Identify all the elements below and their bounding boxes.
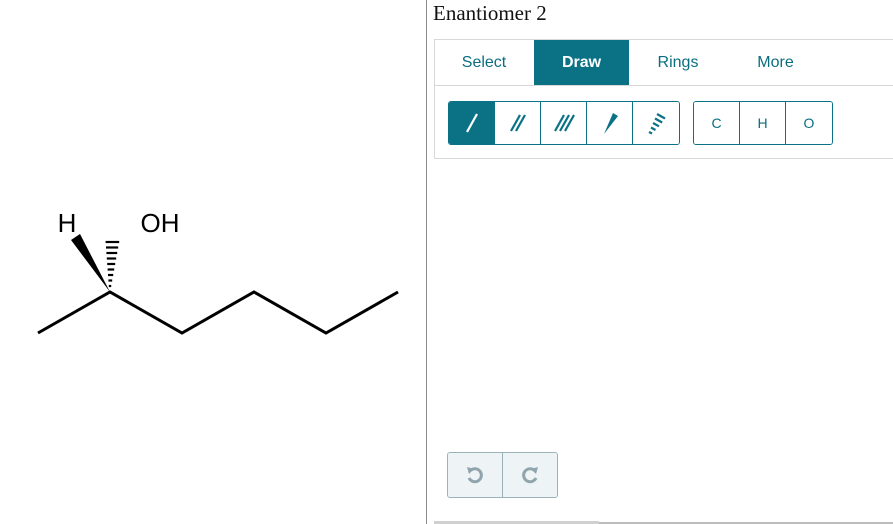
undo-icon — [467, 467, 483, 484]
tab-rings[interactable]: Rings — [629, 40, 727, 85]
undo-button[interactable] — [448, 453, 503, 497]
editor-title: Enantiomer 2 — [433, 1, 547, 25]
double-bond-button[interactable] — [495, 102, 541, 144]
hydroxyl-atom-label: OH — [141, 208, 180, 238]
hash-bond-icon — [648, 113, 666, 135]
hash-bond-button[interactable] — [633, 102, 679, 144]
single-bond-button[interactable] — [449, 102, 495, 144]
triple-bond-button[interactable] — [541, 102, 587, 144]
wedge-bond-icon — [603, 113, 618, 134]
hydrogen-atom-label: H — [58, 208, 77, 238]
single-bond-icon — [465, 113, 478, 133]
tool-tabs: Select Draw Rings More — [435, 40, 893, 86]
bond-tool-group — [448, 101, 680, 145]
atom-hydrogen-button[interactable]: H — [740, 102, 786, 144]
triple-bond-icon — [553, 114, 575, 132]
carbon-chain-bonds — [37, 290, 399, 335]
editor-toolbar: Select Draw Rings More C H O — [434, 39, 893, 159]
tab-select[interactable]: Select — [435, 40, 533, 85]
molecule-structure: H OH — [37, 208, 399, 335]
panel-divider — [426, 0, 427, 524]
redo-button[interactable] — [503, 453, 557, 497]
atom-tool-group: C H O — [693, 101, 833, 145]
double-bond-icon — [509, 114, 526, 132]
wedge-bond-to-h — [71, 234, 110, 292]
redo-icon — [522, 467, 538, 484]
atom-carbon-button[interactable]: C — [694, 102, 740, 144]
hashed-bond-to-oh — [105, 240, 120, 288]
atom-oxygen-button[interactable]: O — [786, 102, 832, 144]
tab-more[interactable]: More — [727, 40, 824, 85]
wedge-bond-button[interactable] — [587, 102, 633, 144]
history-controls — [447, 452, 558, 498]
molecule-canvas: H OH — [0, 0, 426, 524]
tab-draw[interactable]: Draw — [534, 40, 629, 85]
